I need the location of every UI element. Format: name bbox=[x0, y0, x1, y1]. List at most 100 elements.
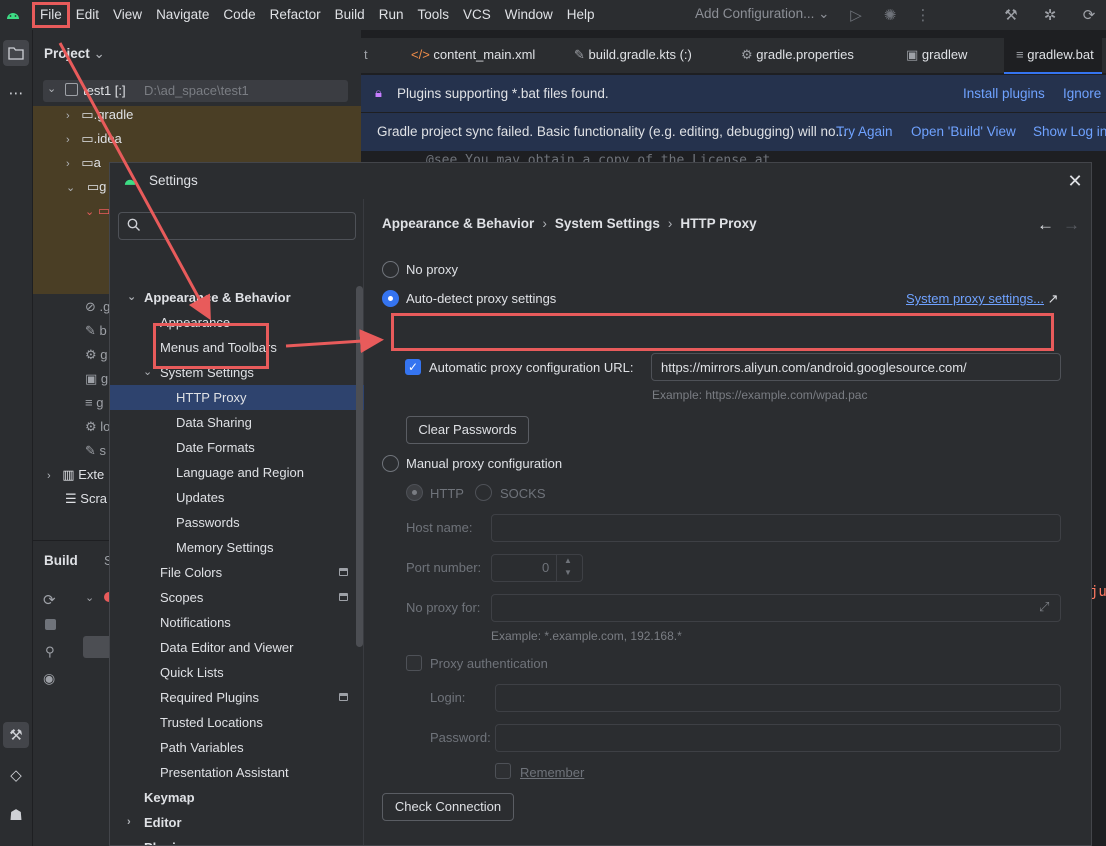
tab-gradlew-bat[interactable]: ≡ gradlew.bat bbox=[1004, 38, 1102, 74]
auto-config-url-field[interactable] bbox=[651, 353, 1061, 381]
tree-item-app[interactable]: › ▭a bbox=[66, 151, 101, 175]
menu-edit[interactable]: Edit bbox=[70, 4, 105, 26]
settings-tree-item[interactable]: Language and Region bbox=[110, 460, 364, 485]
http-radio[interactable] bbox=[406, 484, 423, 501]
settings-tree-item[interactable]: Memory Settings bbox=[110, 535, 364, 560]
tree-item-gitignore[interactable]: ⊘ .g bbox=[85, 295, 110, 319]
menu-build[interactable]: Build bbox=[329, 4, 371, 26]
no-proxy-radio[interactable] bbox=[382, 261, 399, 278]
chevron-up-icon[interactable]: ▲ bbox=[564, 556, 572, 565]
chevron-down-icon[interactable]: ⌄ bbox=[143, 360, 152, 385]
tree-item-sub[interactable]: ⌄ ▭ bbox=[85, 199, 110, 223]
menu-window[interactable]: Window bbox=[499, 4, 559, 26]
remember-checkbox[interactable] bbox=[495, 763, 511, 779]
bug-icon[interactable]: ✲ bbox=[1039, 4, 1061, 26]
tree-item-build[interactable]: ✎ b bbox=[85, 319, 107, 343]
build-hammer-icon[interactable]: ⚒ bbox=[3, 722, 29, 748]
settings-tree-item[interactable]: Plugins bbox=[110, 835, 364, 845]
run-icon[interactable]: ▷ bbox=[845, 4, 867, 26]
forward-arrow-icon[interactable]: → bbox=[1063, 215, 1080, 235]
breadcrumb-item[interactable]: System Settings bbox=[555, 216, 660, 231]
menu-help[interactable]: Help bbox=[561, 4, 601, 26]
auto-config-url-input[interactable] bbox=[661, 359, 1052, 375]
menu-view[interactable]: View bbox=[107, 4, 148, 26]
folder-icon[interactable] bbox=[3, 40, 29, 66]
run-configuration-dropdown[interactable]: Add Configuration... ⌄ bbox=[695, 0, 829, 30]
settings-tree-item[interactable]: Trusted Locations bbox=[110, 710, 364, 735]
gem-icon[interactable]: ◇ bbox=[3, 762, 29, 788]
sidebar-scrollbar[interactable] bbox=[356, 286, 363, 647]
eye-icon[interactable]: ◉ bbox=[43, 670, 55, 687]
settings-tree-item[interactable]: Date Formats bbox=[110, 435, 364, 460]
debug-icon[interactable]: ✺ bbox=[879, 4, 901, 26]
check-connection-button[interactable]: Check Connection bbox=[382, 793, 514, 821]
settings-tree-item[interactable]: ⌄ Appearance & Behavior bbox=[110, 285, 364, 310]
settings-tree-item[interactable]: Presentation Assistant bbox=[110, 760, 364, 785]
sync-icon[interactable]: ⟳ bbox=[1078, 4, 1100, 26]
tab-build-gradle-kts[interactable]: ✎ build.gradle.kts (:) bbox=[574, 38, 692, 74]
chevron-down-icon[interactable]: ⌄ bbox=[127, 285, 136, 310]
more-vertical-icon[interactable]: ⋮ bbox=[912, 4, 934, 26]
sync-icon[interactable]: ⟳ bbox=[43, 591, 56, 609]
tab-partial[interactable]: t bbox=[364, 38, 368, 74]
more-horizontal-icon[interactable]: ⋯ bbox=[3, 80, 29, 106]
show-log-link[interactable]: Show Log in bbox=[1033, 124, 1106, 139]
settings-tree-item[interactable]: Updates bbox=[110, 485, 364, 510]
settings-tree-item[interactable]: Data Sharing bbox=[110, 410, 364, 435]
settings-tree-item[interactable]: File Colors bbox=[110, 560, 364, 585]
menu-vcs[interactable]: VCS bbox=[457, 4, 497, 26]
settings-tree-item[interactable]: Required Plugins bbox=[110, 685, 364, 710]
login-field[interactable] bbox=[495, 684, 1061, 712]
settings-tree-item[interactable]: Passwords bbox=[110, 510, 364, 535]
clear-passwords-button[interactable]: Clear Passwords bbox=[406, 416, 529, 444]
tree-item-scratches[interactable]: ☰ Scra bbox=[65, 487, 107, 511]
tree-item-external-libraries[interactable]: › ▥ Exte bbox=[47, 463, 104, 487]
menu-file[interactable]: File bbox=[32, 2, 70, 28]
tree-item-gradle-folder[interactable]: ⌄ ▭g bbox=[66, 175, 106, 199]
pin-icon[interactable]: ⚲ bbox=[45, 644, 55, 660]
tab-gradlew[interactable]: ▣ gradlew bbox=[906, 38, 967, 74]
settings-tree-item[interactable]: Keymap bbox=[110, 785, 364, 810]
menu-code[interactable]: Code bbox=[217, 4, 261, 26]
system-proxy-settings-link[interactable]: System proxy settings... ↗ bbox=[906, 291, 1059, 307]
expand-icon[interactable]: ⤢ bbox=[1039, 599, 1049, 615]
host-name-input[interactable] bbox=[501, 520, 1052, 536]
host-name-field[interactable] bbox=[491, 514, 1061, 542]
socks-radio[interactable] bbox=[475, 484, 492, 501]
menu-refactor[interactable]: Refactor bbox=[264, 4, 327, 26]
stop-icon[interactable] bbox=[45, 619, 56, 630]
ignore-link[interactable]: Ignore bbox=[1063, 86, 1101, 101]
install-plugins-link[interactable]: Install plugins bbox=[963, 86, 1045, 101]
try-again-link[interactable]: Try Again bbox=[836, 124, 893, 139]
chevron-down-icon[interactable]: ⌄ bbox=[85, 591, 94, 604]
tree-item-idea[interactable]: › ▭.idea bbox=[66, 127, 122, 151]
menu-navigate[interactable]: Navigate bbox=[150, 4, 215, 26]
settings-tree-item[interactable]: Data Editor and Viewer bbox=[110, 635, 364, 660]
tree-item-gradle[interactable]: › ▭.gradle bbox=[66, 103, 133, 127]
build-panel-title[interactable]: Build bbox=[44, 553, 78, 568]
no-proxy-for-field[interactable]: ⤢ bbox=[491, 594, 1061, 622]
settings-tree-item[interactable]: Quick Lists bbox=[110, 660, 364, 685]
tree-item-settings-gradle[interactable]: ✎ s bbox=[85, 439, 106, 463]
tree-item-local-properties[interactable]: ⚙ lo bbox=[85, 415, 110, 439]
back-arrow-icon[interactable]: ← bbox=[1037, 215, 1054, 235]
proxy-auth-checkbox[interactable] bbox=[406, 655, 422, 671]
menu-tools[interactable]: Tools bbox=[411, 4, 455, 26]
port-number-stepper[interactable]: 0 ▲ ▼ bbox=[491, 554, 583, 582]
tree-item-gradlew[interactable]: ▣ g bbox=[85, 367, 108, 391]
tree-item-gradlew-bat[interactable]: ≡ g bbox=[85, 391, 103, 415]
open-build-view-link[interactable]: Open 'Build' View bbox=[911, 124, 1016, 139]
settings-tree-item[interactable]: Path Variables bbox=[110, 735, 364, 760]
project-root-row[interactable]: ⌄ test1 [:] D:\ad_space\test1 bbox=[43, 80, 348, 102]
tree-item-gradle-properties[interactable]: ⚙ g bbox=[85, 343, 108, 367]
settings-tree-item[interactable]: Scopes bbox=[110, 585, 364, 610]
project-view-dropdown[interactable]: Project ⌄ bbox=[44, 46, 105, 62]
settings-tree-item[interactable]: › Editor bbox=[110, 810, 364, 835]
menu-run[interactable]: Run bbox=[373, 4, 410, 26]
password-field[interactable] bbox=[495, 724, 1061, 752]
tab-gradle-properties[interactable]: ⚙ gradle.properties bbox=[741, 38, 854, 74]
chevron-down-icon[interactable]: ▼ bbox=[564, 568, 572, 577]
settings-search-box[interactable] bbox=[118, 212, 356, 240]
auto-detect-radio[interactable] bbox=[382, 290, 399, 307]
tab-content-main-xml[interactable]: </> content_main.xml bbox=[411, 38, 535, 74]
